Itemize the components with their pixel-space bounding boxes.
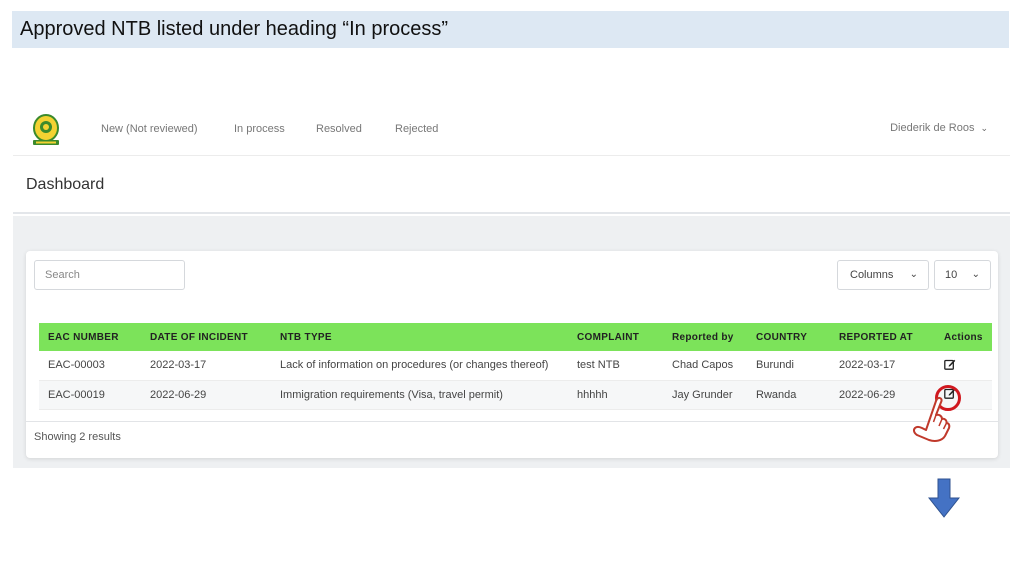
eac-logo[interactable] [29, 113, 63, 147]
cell-actions [935, 351, 992, 381]
dashboard-header: Dashboard [13, 156, 1010, 214]
nav-rejected[interactable]: Rejected [395, 123, 438, 135]
col-reported-at[interactable]: REPORTED AT [830, 323, 935, 351]
table-row[interactable]: EAC-00003 2022-03-17 Lack of information… [39, 351, 992, 381]
col-country[interactable]: COUNTRY [747, 323, 830, 351]
slide-title: Approved NTB listed under heading “In pr… [20, 18, 449, 40]
top-navbar: New (Not reviewed) In process Resolved R… [13, 104, 1010, 156]
table-header-row: EAC NUMBER DATE OF INCIDENT NTB TYPE COM… [39, 323, 992, 351]
chevron-down-icon: ⌄ [971, 269, 980, 280]
page-size-select[interactable]: 10 ⌄ [934, 260, 991, 290]
cell-complaint: test NTB [568, 351, 663, 381]
cell-reported-at: 2022-03-17 [830, 351, 935, 381]
table-row[interactable]: EAC-00019 2022-06-29 Immigration require… [39, 380, 992, 410]
col-date-of-incident[interactable]: DATE OF INCIDENT [141, 323, 271, 351]
content-area: Search Columns ⌄ 10 ⌄ EAC NUMBER DATE OF… [13, 216, 1010, 468]
nav-resolved[interactable]: Resolved [316, 123, 362, 135]
cell-reported-by: Chad Capos [663, 351, 747, 381]
page-size-value: 10 [945, 269, 958, 281]
user-name: Diederik de Roos [890, 122, 975, 134]
col-reported-by[interactable]: Reported by [663, 323, 747, 351]
cell-ntb-type: Lack of information on procedures (or ch… [271, 351, 568, 381]
user-menu[interactable]: Diederik de Roos ⌄ [890, 122, 988, 134]
col-complaint[interactable]: COMPLAINT [568, 323, 663, 351]
chevron-down-icon: ⌄ [909, 269, 918, 280]
results-card: Search Columns ⌄ 10 ⌄ EAC NUMBER DATE OF… [26, 251, 998, 458]
card-divider [26, 421, 998, 422]
columns-label: Columns [850, 269, 894, 281]
search-placeholder: Search [45, 269, 80, 281]
app-screenshot: New (Not reviewed) In process Resolved R… [13, 104, 1010, 468]
results-count: Showing 2 results [34, 431, 121, 443]
results-table: EAC NUMBER DATE OF INCIDENT NTB TYPE COM… [39, 323, 992, 410]
cell-date: 2022-06-29 [141, 380, 271, 410]
nav-new[interactable]: New (Not reviewed) [101, 123, 198, 135]
down-arrow-icon [928, 478, 960, 518]
pointing-hand-icon [912, 396, 951, 442]
cell-reported-by: Jay Grunder [663, 380, 747, 410]
col-ntb-type[interactable]: NTB TYPE [271, 323, 568, 351]
cell-eac-number: EAC-00019 [39, 380, 141, 410]
nav-in-process[interactable]: In process [234, 123, 285, 135]
search-input[interactable]: Search [34, 260, 185, 290]
cell-eac-number: EAC-00003 [39, 351, 141, 381]
columns-button[interactable]: Columns ⌄ [837, 260, 929, 290]
cell-date: 2022-03-17 [141, 351, 271, 381]
edit-icon[interactable] [944, 358, 956, 370]
cell-country: Burundi [747, 351, 830, 381]
cell-complaint: hhhhh [568, 380, 663, 410]
cell-ntb-type: Immigration requirements (Visa, travel p… [271, 380, 568, 410]
col-eac-number[interactable]: EAC NUMBER [39, 323, 141, 351]
chevron-down-icon: ⌄ [980, 123, 988, 133]
col-actions: Actions [935, 323, 992, 351]
slide-title-bar: Approved NTB listed under heading “In pr… [12, 11, 1009, 48]
page-title: Dashboard [26, 176, 105, 193]
cell-country: Rwanda [747, 380, 830, 410]
